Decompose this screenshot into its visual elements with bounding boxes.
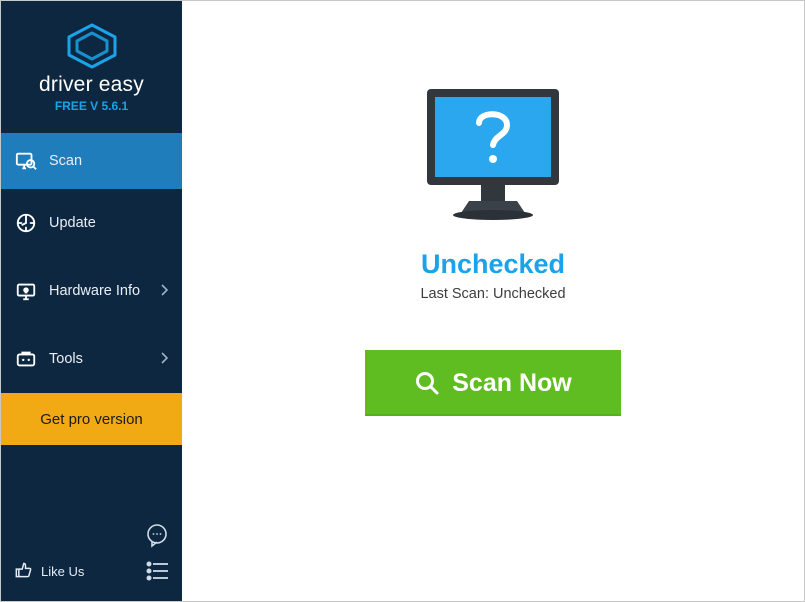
svg-text:i: i (25, 288, 26, 293)
sidebar-item-label: Hardware Info (49, 283, 148, 299)
status-subtitle: Last Scan: Unchecked (420, 286, 565, 302)
monitor-icon (409, 79, 577, 229)
hardware-info-icon: i (15, 280, 37, 302)
app-window: driver easy FREE V 5.6.1 Scan (0, 0, 805, 602)
sidebar-item-label: Update (49, 215, 168, 231)
like-us-button[interactable]: Like Us (13, 560, 84, 583)
thumbs-up-icon (13, 560, 33, 583)
chevron-right-icon (160, 351, 168, 367)
update-icon (15, 212, 37, 234)
menu-icon[interactable] (146, 561, 170, 583)
feedback-icon[interactable] (144, 522, 170, 548)
sidebar-item-label: Tools (49, 351, 148, 367)
scan-now-button[interactable]: Scan Now (365, 350, 621, 416)
scan-icon (15, 150, 37, 172)
brand-name: driver easy (39, 73, 144, 97)
like-us-label: Like Us (41, 564, 84, 579)
logo-icon (63, 21, 121, 69)
brand: driver easy FREE V 5.6.1 (1, 1, 182, 123)
sidebar: driver easy FREE V 5.6.1 Scan (1, 1, 182, 601)
sidebar-item-hardware-info[interactable]: i Hardware Info (1, 257, 182, 325)
sidebar-bottom: Like Us (1, 508, 182, 601)
sidebar-item-tools[interactable]: Tools (1, 325, 182, 393)
chevron-right-icon (160, 283, 168, 299)
status-graphic (409, 79, 577, 229)
main-panel: Unchecked Last Scan: Unchecked Scan Now (182, 1, 804, 601)
sidebar-item-update[interactable]: Update (1, 189, 182, 257)
get-pro-button[interactable]: Get pro version (1, 393, 182, 445)
sidebar-item-label: Scan (49, 153, 168, 169)
sidebar-item-scan[interactable]: Scan (1, 133, 182, 189)
get-pro-label: Get pro version (40, 411, 143, 428)
scan-now-label: Scan Now (452, 369, 571, 398)
search-icon (414, 370, 440, 396)
sidebar-nav: Scan Update i (1, 133, 182, 445)
status-title: Unchecked (421, 249, 565, 280)
brand-version: FREE V 5.6.1 (55, 99, 128, 113)
tools-icon (15, 348, 37, 370)
